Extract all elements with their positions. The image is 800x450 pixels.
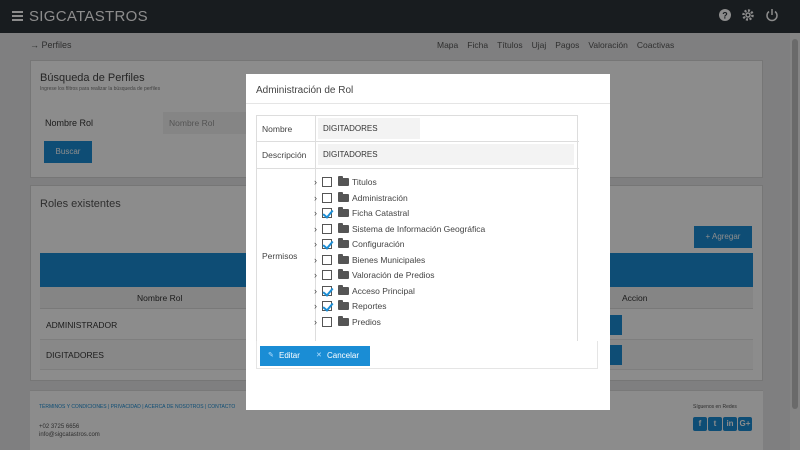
- modal-title: Administración de Rol: [256, 85, 354, 96]
- permission-checkbox[interactable]: [322, 177, 332, 187]
- edit-button[interactable]: ✎ Editar: [260, 346, 308, 366]
- permission-item-acceso-principal[interactable]: › Acceso Principal: [314, 284, 554, 298]
- folder-icon: [338, 176, 349, 186]
- permissions-label: Permisos: [262, 251, 298, 261]
- chevron-right-icon[interactable]: ›: [314, 206, 317, 220]
- folder-icon: [338, 316, 349, 326]
- permission-checkbox[interactable]: [322, 317, 332, 327]
- folder-icon: [338, 223, 349, 233]
- permission-checkbox[interactable]: [322, 286, 332, 296]
- cancel-button[interactable]: ✕ Cancelar: [308, 346, 370, 366]
- role-name-field[interactable]: DIGITADORES: [318, 118, 420, 139]
- chevron-right-icon[interactable]: ›: [314, 268, 317, 282]
- folder-icon: [338, 285, 349, 295]
- folder-icon: [338, 254, 349, 264]
- role-admin-modal: Administración de Rol Nombre DIGITADORES…: [246, 74, 610, 410]
- permission-label: Configuración: [352, 239, 405, 249]
- permission-item-configuracion[interactable]: › Configuración: [314, 237, 554, 251]
- permission-label: Sistema de Información Geográfica: [352, 224, 486, 234]
- permission-item-reportes[interactable]: › Reportes: [314, 299, 554, 313]
- chevron-right-icon[interactable]: ›: [314, 253, 317, 267]
- permission-checkbox[interactable]: [322, 255, 332, 265]
- permission-item-titulos[interactable]: › Titulos: [314, 175, 554, 189]
- permission-item-sig[interactable]: › Sistema de Información Geográfica: [314, 222, 554, 236]
- permission-label: Ficha Catastral: [352, 208, 410, 218]
- chevron-right-icon[interactable]: ›: [314, 299, 317, 313]
- chevron-right-icon[interactable]: ›: [314, 175, 317, 189]
- chevron-right-icon[interactable]: ›: [314, 191, 317, 205]
- permission-item-ficha-catastral[interactable]: › Ficha Catastral: [314, 206, 554, 220]
- name-label: Nombre: [262, 124, 293, 134]
- chevron-right-icon[interactable]: ›: [314, 222, 317, 236]
- permission-item-valoracion-predios[interactable]: › Valoración de Predios: [314, 268, 554, 282]
- permission-label: Bienes Municipales: [352, 255, 426, 265]
- permission-item-bienes-municipales[interactable]: › Bienes Municipales: [314, 253, 554, 267]
- chevron-right-icon[interactable]: ›: [314, 284, 317, 298]
- permission-checkbox[interactable]: [322, 239, 332, 249]
- folder-icon: [338, 192, 349, 202]
- permission-label: Acceso Principal: [352, 286, 415, 296]
- chevron-right-icon[interactable]: ›: [314, 237, 317, 251]
- permission-checkbox[interactable]: [322, 208, 332, 218]
- permission-label: Predios: [352, 317, 381, 327]
- permission-checkbox[interactable]: [322, 224, 332, 234]
- permission-item-administracion[interactable]: › Administración: [314, 191, 554, 205]
- permission-label: Administración: [352, 193, 408, 203]
- permission-label: Valoración de Predios: [352, 270, 435, 280]
- description-label: Descripción: [262, 150, 307, 160]
- folder-icon: [338, 238, 349, 248]
- role-description-field[interactable]: DIGITADORES: [318, 144, 574, 165]
- permission-label: Titulos: [352, 177, 377, 187]
- permission-item-predios[interactable]: › Predios: [314, 315, 554, 329]
- permission-checkbox[interactable]: [322, 301, 332, 311]
- folder-icon: [338, 207, 349, 217]
- permission-checkbox[interactable]: [322, 270, 332, 280]
- permission-label: Reportes: [352, 301, 387, 311]
- close-icon: ✕: [316, 352, 322, 359]
- chevron-right-icon[interactable]: ›: [314, 315, 317, 329]
- pencil-icon: ✎: [268, 352, 274, 359]
- folder-icon: [338, 300, 349, 310]
- folder-icon: [338, 269, 349, 279]
- permission-checkbox[interactable]: [322, 193, 332, 203]
